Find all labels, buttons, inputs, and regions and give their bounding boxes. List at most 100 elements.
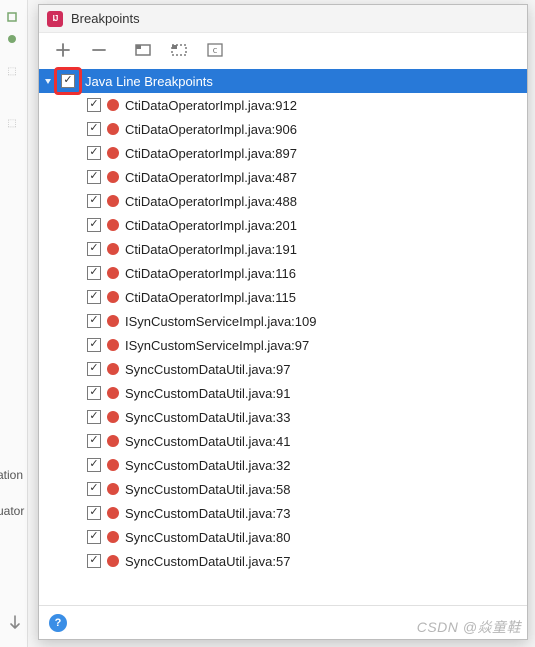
breakpoint-dot-icon xyxy=(107,483,119,495)
breakpoint-label: ISynCustomServiceImpl.java:109 xyxy=(125,314,316,329)
breakpoint-row[interactable]: SyncCustomDataUtil.java:91 xyxy=(39,381,527,405)
breakpoint-label: CtiDataOperatorImpl.java:201 xyxy=(125,218,297,233)
breakpoint-checkbox[interactable] xyxy=(87,314,101,328)
breakpoint-checkbox[interactable] xyxy=(87,434,101,448)
breakpoint-checkbox[interactable] xyxy=(87,530,101,544)
breakpoint-row[interactable]: CtiDataOperatorImpl.java:115 xyxy=(39,285,527,309)
gutter-marker xyxy=(0,6,24,28)
breakpoint-checkbox[interactable] xyxy=(87,98,101,112)
breakpoint-label: CtiDataOperatorImpl.java:115 xyxy=(125,290,296,305)
group-by-class-button[interactable]: c xyxy=(205,40,225,60)
breakpoint-checkbox[interactable] xyxy=(87,554,101,568)
breakpoint-row[interactable]: SyncCustomDataUtil.java:58 xyxy=(39,477,527,501)
breakpoint-label: SyncCustomDataUtil.java:57 xyxy=(125,554,290,569)
breakpoint-row[interactable]: SyncCustomDataUtil.java:57 xyxy=(39,549,527,573)
gutter-marker: ⬚ xyxy=(0,60,24,82)
breakpoint-row[interactable]: CtiDataOperatorImpl.java:906 xyxy=(39,117,527,141)
breakpoint-row[interactable]: CtiDataOperatorImpl.java:488 xyxy=(39,189,527,213)
breakpoint-dot-icon xyxy=(107,387,119,399)
breakpoint-dot-icon xyxy=(107,363,119,375)
group-by-file-button[interactable] xyxy=(169,40,189,60)
breakpoint-row[interactable]: CtiDataOperatorImpl.java:191 xyxy=(39,237,527,261)
breakpoint-dot-icon xyxy=(107,171,119,183)
remove-button[interactable] xyxy=(89,40,109,60)
breakpoint-checkbox[interactable] xyxy=(87,482,101,496)
gutter-marker: ⬚ xyxy=(0,112,24,134)
breakpoint-dot-icon xyxy=(107,531,119,543)
breakpoint-dot-icon xyxy=(107,291,119,303)
breakpoint-dot-icon xyxy=(107,219,119,231)
breakpoint-dot-icon xyxy=(107,411,119,423)
root-checkbox-container xyxy=(59,72,77,90)
breakpoint-checkbox[interactable] xyxy=(87,458,101,472)
scroll-down-icon[interactable] xyxy=(8,614,22,633)
breakpoint-row[interactable]: CtiDataOperatorImpl.java:897 xyxy=(39,141,527,165)
help-button[interactable]: ? xyxy=(49,614,67,632)
breakpoint-label: CtiDataOperatorImpl.java:912 xyxy=(125,98,297,113)
breakpoint-checkbox[interactable] xyxy=(87,194,101,208)
breakpoint-checkbox[interactable] xyxy=(87,218,101,232)
window-title: Breakpoints xyxy=(71,11,140,26)
breakpoint-label: SyncCustomDataUtil.java:80 xyxy=(125,530,290,545)
breakpoint-checkbox[interactable] xyxy=(87,290,101,304)
side-text: uator xyxy=(0,504,24,518)
breakpoint-dot-icon xyxy=(107,267,119,279)
breakpoint-row[interactable]: SyncCustomDataUtil.java:32 xyxy=(39,453,527,477)
breakpoint-checkbox[interactable] xyxy=(87,410,101,424)
toolbar: c xyxy=(39,33,527,67)
editor-gutter: ⬚ ⬚ xyxy=(0,0,28,647)
titlebar: IJ Breakpoints xyxy=(39,5,527,33)
breakpoint-checkbox[interactable] xyxy=(87,122,101,136)
breakpoint-checkbox[interactable] xyxy=(87,170,101,184)
breakpoint-row[interactable]: SyncCustomDataUtil.java:41 xyxy=(39,429,527,453)
breakpoint-row[interactable]: SyncCustomDataUtil.java:73 xyxy=(39,501,527,525)
group-by-package-button[interactable] xyxy=(133,40,153,60)
breakpoint-checkbox[interactable] xyxy=(87,266,101,280)
breakpoint-row[interactable]: CtiDataOperatorImpl.java:201 xyxy=(39,213,527,237)
breakpoint-label: SyncCustomDataUtil.java:58 xyxy=(125,482,290,497)
breakpoint-label: SyncCustomDataUtil.java:32 xyxy=(125,458,290,473)
breakpoint-dot-icon xyxy=(107,195,119,207)
add-button[interactable] xyxy=(53,40,73,60)
gutter-marker xyxy=(0,28,24,50)
svg-text:c: c xyxy=(212,46,217,56)
breakpoint-row[interactable]: SyncCustomDataUtil.java:33 xyxy=(39,405,527,429)
breakpoint-dot-icon xyxy=(107,243,119,255)
breakpoint-label: CtiDataOperatorImpl.java:488 xyxy=(125,194,297,209)
tree-root-row[interactable]: Java Line Breakpoints xyxy=(39,69,527,93)
breakpoint-label: CtiDataOperatorImpl.java:191 xyxy=(125,242,297,257)
breakpoints-tree: Java Line Breakpoints CtiDataOperatorImp… xyxy=(39,67,527,605)
breakpoint-row[interactable]: ISynCustomServiceImpl.java:109 xyxy=(39,309,527,333)
breakpoint-row[interactable]: SyncCustomDataUtil.java:97 xyxy=(39,357,527,381)
breakpoint-dot-icon xyxy=(107,459,119,471)
breakpoint-checkbox[interactable] xyxy=(87,146,101,160)
breakpoint-row[interactable]: CtiDataOperatorImpl.java:912 xyxy=(39,93,527,117)
breakpoint-row[interactable]: ISynCustomServiceImpl.java:97 xyxy=(39,333,527,357)
breakpoint-row[interactable]: CtiDataOperatorImpl.java:487 xyxy=(39,165,527,189)
breakpoint-dot-icon xyxy=(107,147,119,159)
breakpoint-dot-icon xyxy=(107,123,119,135)
popup-footer: ? xyxy=(39,605,527,639)
breakpoint-label: CtiDataOperatorImpl.java:897 xyxy=(125,146,297,161)
breakpoint-label: SyncCustomDataUtil.java:91 xyxy=(125,386,290,401)
breakpoints-popup: IJ Breakpoints c Java Line Break xyxy=(38,4,528,640)
breakpoint-checkbox[interactable] xyxy=(87,338,101,352)
breakpoint-label: CtiDataOperatorImpl.java:906 xyxy=(125,122,297,137)
breakpoint-checkbox[interactable] xyxy=(87,506,101,520)
breakpoint-dot-icon xyxy=(107,315,119,327)
breakpoint-checkbox[interactable] xyxy=(87,242,101,256)
root-checkbox[interactable] xyxy=(61,74,75,88)
breakpoint-dot-icon xyxy=(107,507,119,519)
breakpoint-list: CtiDataOperatorImpl.java:912 CtiDataOpera… xyxy=(39,93,527,573)
breakpoint-label: CtiDataOperatorImpl.java:487 xyxy=(125,170,297,185)
breakpoint-row[interactable]: CtiDataOperatorImpl.java:116 xyxy=(39,261,527,285)
breakpoint-label: CtiDataOperatorImpl.java:116 xyxy=(125,266,296,281)
breakpoint-label: SyncCustomDataUtil.java:33 xyxy=(125,410,290,425)
breakpoint-row[interactable]: SyncCustomDataUtil.java:80 xyxy=(39,525,527,549)
breakpoint-checkbox[interactable] xyxy=(87,386,101,400)
breakpoint-label: SyncCustomDataUtil.java:41 xyxy=(125,434,290,449)
expand-arrow-icon[interactable] xyxy=(41,74,55,88)
breakpoint-checkbox[interactable] xyxy=(87,362,101,376)
breakpoint-label: SyncCustomDataUtil.java:97 xyxy=(125,362,290,377)
breakpoint-dot-icon xyxy=(107,435,119,447)
